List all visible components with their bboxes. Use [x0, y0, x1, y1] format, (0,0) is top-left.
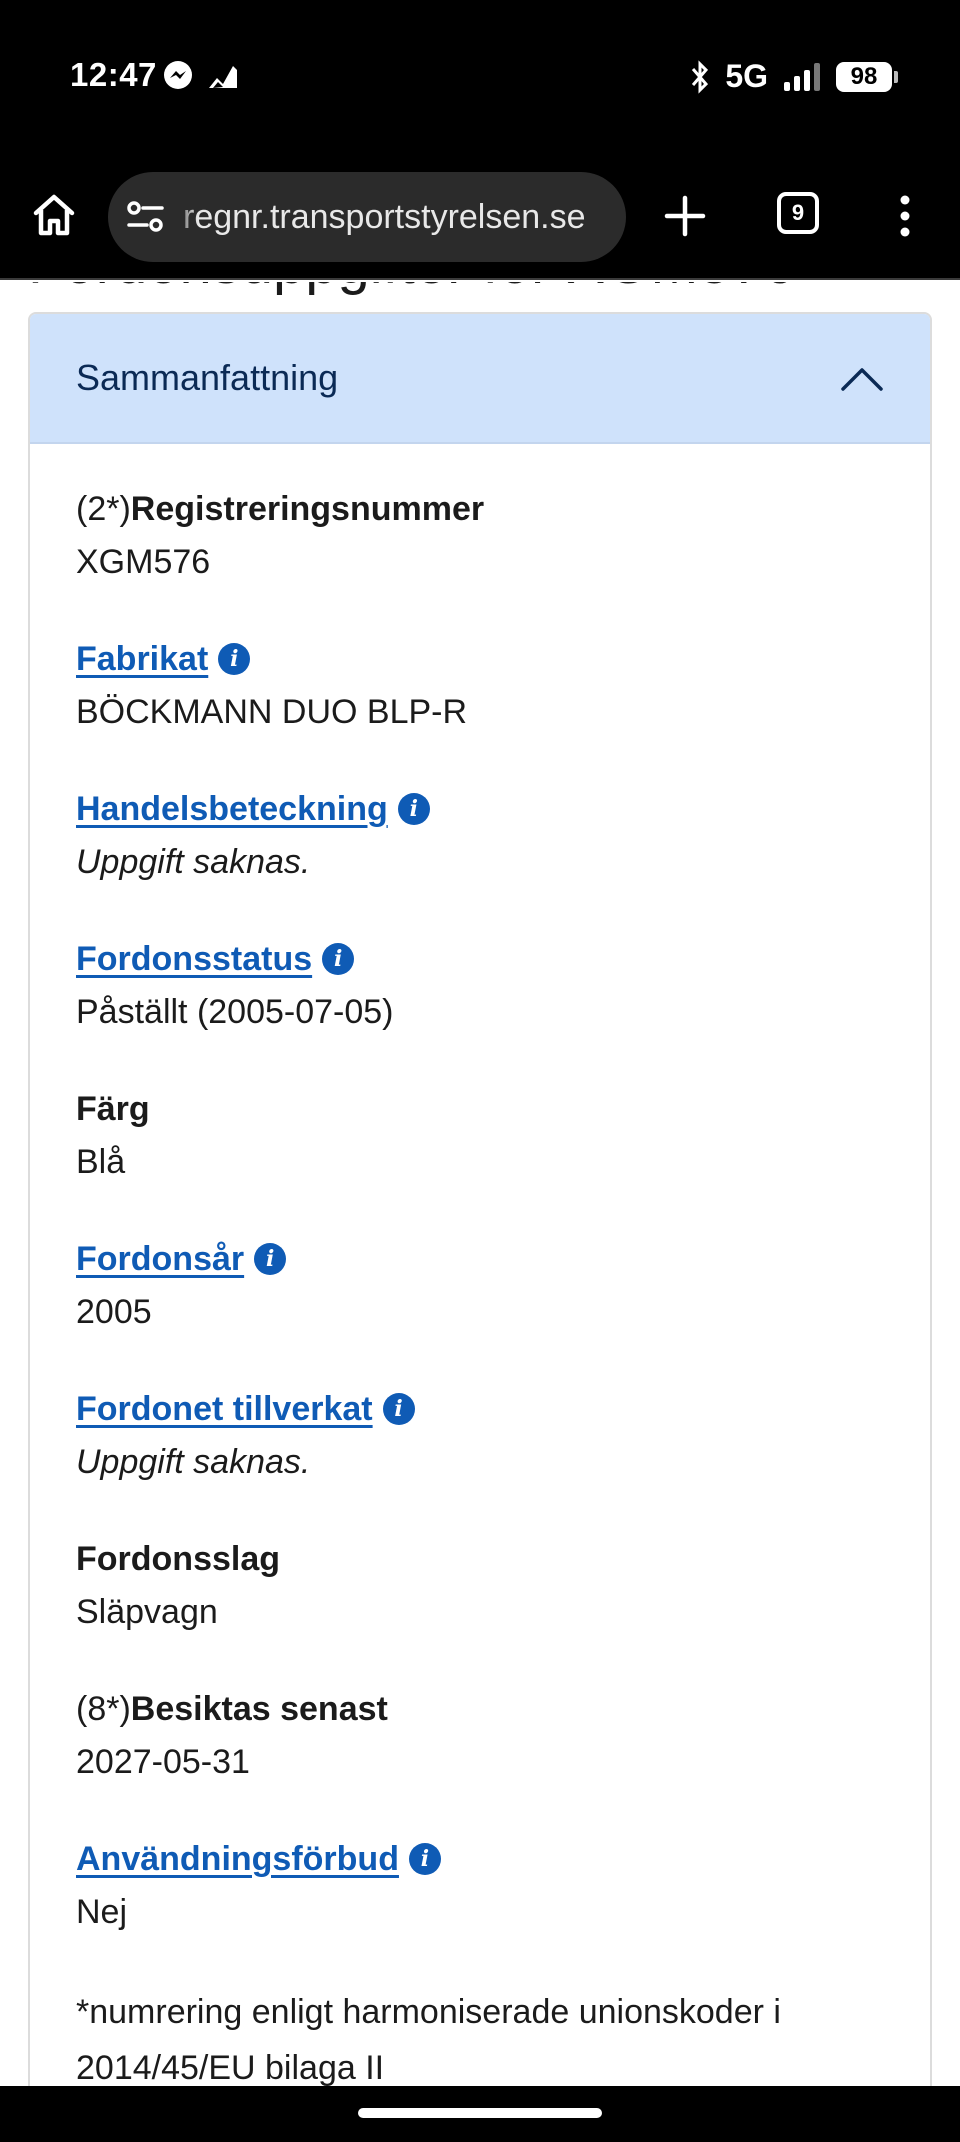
field-label-text[interactable]: Handelsbeteckning	[76, 784, 388, 834]
battery-icon: 98	[836, 61, 898, 92]
field-value: 2027-05-31	[76, 1743, 250, 1781]
status-time: 12:47	[70, 56, 157, 93]
field-registreringsnummer: (2*)Registreringsnummer XGM576	[76, 484, 884, 590]
new-tab-icon[interactable]	[660, 191, 710, 241]
address-bar[interactable]: regnr.transportstyrelsen.se	[108, 172, 626, 262]
info-icon[interactable]: i	[382, 1393, 415, 1425]
field-value: 2005	[76, 1293, 152, 1331]
field-label-text[interactable]: Fordonsår	[76, 1234, 244, 1284]
field-label-text[interactable]: Fordonsstatus	[76, 934, 312, 984]
field-value: Nej	[76, 1893, 128, 1931]
url-text[interactable]: regnr.transportstyrelsen.se	[183, 198, 586, 237]
field-prefix: (2*)	[76, 490, 131, 528]
field-fordonet-tillverkat: Fordonet tillverkat i Uppgift saknas.	[76, 1384, 884, 1490]
field-value: Släpvagn	[76, 1593, 218, 1631]
field-value: Uppgift saknas.	[76, 843, 311, 881]
fordonsar-link[interactable]: Fordonsår i	[76, 1234, 287, 1284]
accordion-toggle[interactable]: Sammanfattning	[30, 314, 930, 444]
field-label: Färg	[76, 1084, 884, 1134]
field-anvandningsforbud: Användningsförbud i Nej	[76, 1834, 884, 1940]
field-value: Blå	[76, 1143, 126, 1181]
system-icons: 5G 98	[689, 58, 898, 95]
field-fordonsslag: Fordonsslag Släpvagn	[76, 1534, 884, 1640]
signal-icon	[784, 62, 820, 91]
info-icon[interactable]: i	[322, 943, 355, 975]
field-prefix: (8*)	[76, 1690, 131, 1728]
field-label-text: Besiktas senast	[130, 1690, 388, 1728]
browser-toolbar: regnr.transportstyrelsen.se 9	[0, 155, 960, 280]
more-options-icon[interactable]	[890, 191, 920, 241]
fordonet-tillverkat-link[interactable]: Fordonet tillverkat i	[76, 1384, 415, 1434]
site-settings-icon[interactable]	[126, 199, 166, 235]
footnote: *numrering enligt harmoniserade unionsko…	[76, 1993, 781, 2086]
info-icon[interactable]: i	[218, 643, 251, 675]
info-icon[interactable]: i	[397, 793, 430, 825]
field-label-text[interactable]: Fabrikat	[76, 634, 208, 684]
bluetooth-icon	[692, 59, 709, 94]
tab-switcher-button[interactable]: 9	[777, 192, 819, 234]
cast-icon	[209, 66, 237, 88]
home-icon[interactable]	[30, 191, 78, 239]
page-title: Fordonsuppgifter för XGM576	[28, 282, 795, 297]
field-fordonsstatus: Fordonsstatus i Påställt (2005-07-05)	[76, 934, 884, 1040]
network-type: 5G	[725, 58, 768, 94]
field-label-text[interactable]: Användningsförbud	[76, 1834, 399, 1884]
web-page: Fordonsuppgifter för XGM576 Sammanfattni…	[0, 282, 960, 2086]
chevron-up-icon[interactable]	[840, 364, 884, 392]
anvandningsforbud-link[interactable]: Användningsförbud i	[76, 1834, 441, 1884]
field-label: Fordonsslag	[76, 1534, 884, 1584]
field-label-text: Fordonsslag	[76, 1540, 281, 1578]
info-icon[interactable]: i	[254, 1243, 287, 1275]
tab-count: 9	[791, 200, 805, 225]
url-fade	[170, 172, 198, 262]
field-label-text[interactable]: Fordonet tillverkat	[76, 1384, 373, 1434]
fabrikat-link[interactable]: Fabrikat i	[76, 634, 251, 684]
handelsbeteckning-link[interactable]: Handelsbeteckning i	[76, 784, 430, 834]
accordion-body: (2*)Registreringsnummer XGM576 Fabrikat i…	[30, 444, 930, 2086]
system-nav-bar	[0, 2086, 960, 2142]
field-farg: Färg Blå	[76, 1084, 884, 1190]
field-handelsbeteckning: Handelsbeteckning i Uppgift saknas.	[76, 784, 884, 890]
summary-accordion: Sammanfattning (2*)Registreringsnummer X…	[28, 312, 932, 2086]
field-value: Uppgift saknas.	[76, 1443, 311, 1481]
fordonsstatus-link[interactable]: Fordonsstatus i	[76, 934, 355, 984]
field-label: (2*)Registreringsnummer	[76, 484, 884, 534]
field-besiktas-senast: (8*)Besiktas senast 2027-05-31	[76, 1684, 884, 1790]
field-label: (8*)Besiktas senast	[76, 1684, 884, 1734]
home-indicator[interactable]	[358, 2108, 602, 2118]
field-fabrikat: Fabrikat i BÖCKMANN DUO BLP-R	[76, 634, 884, 740]
field-value: XGM576	[76, 543, 211, 581]
field-value: Påställt (2005-07-05)	[76, 993, 394, 1031]
status-bar: 12:47 5G 98	[0, 0, 960, 155]
notification-icons	[163, 60, 239, 90]
battery-level: 98	[850, 62, 878, 90]
messenger-icon	[164, 61, 192, 89]
accordion-title: Sammanfattning	[76, 357, 339, 398]
field-label-text: Registreringsnummer	[130, 490, 485, 528]
field-label-text: Färg	[76, 1090, 150, 1128]
info-icon[interactable]: i	[408, 1843, 441, 1875]
field-fordonsar: Fordonsår i 2005	[76, 1234, 884, 1340]
field-value: BÖCKMANN DUO BLP-R	[76, 693, 468, 731]
